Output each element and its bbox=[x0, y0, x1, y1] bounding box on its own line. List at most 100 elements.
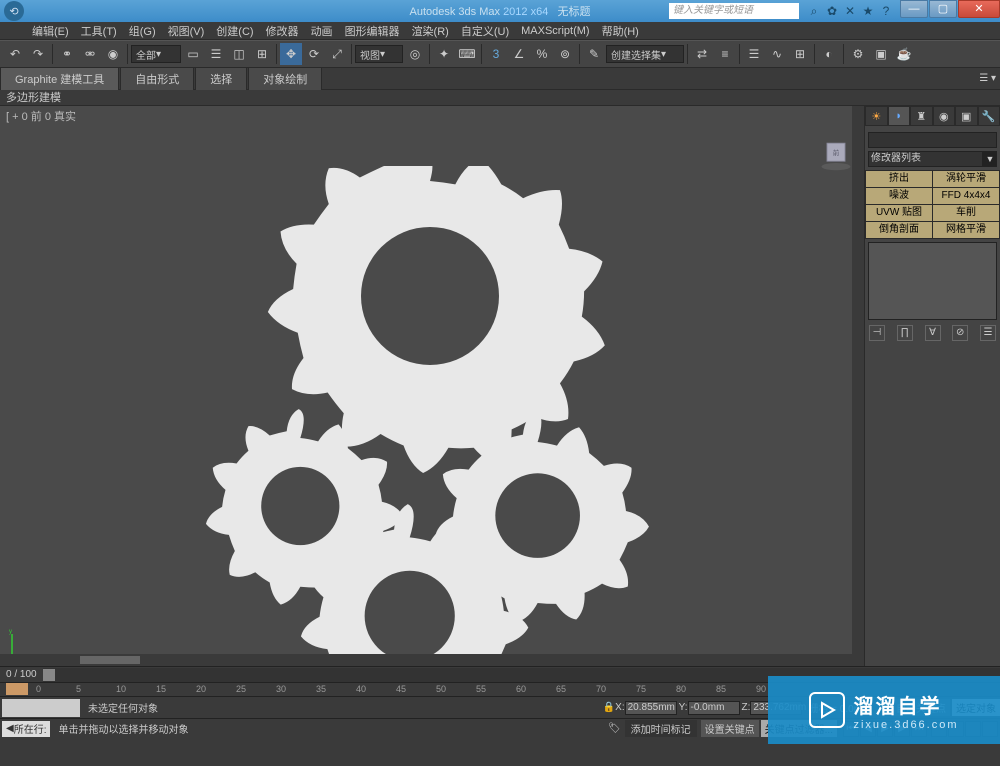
menu-edit[interactable]: 编辑(E) bbox=[26, 23, 75, 39]
cmdtab-utilities-icon[interactable]: 🔧 bbox=[978, 106, 1000, 126]
undo-icon[interactable]: ↶ bbox=[4, 43, 26, 65]
mod-bevelprofile[interactable]: 倒角剖面 bbox=[866, 222, 932, 238]
scale-icon[interactable]: ⤢ bbox=[326, 43, 348, 65]
maximize-button[interactable]: ▢ bbox=[929, 0, 957, 18]
cmdtab-create-icon[interactable]: ☀ bbox=[865, 106, 888, 126]
pivot-icon[interactable]: ◎ bbox=[404, 43, 426, 65]
manipulate-icon[interactable]: ✦ bbox=[433, 43, 455, 65]
tab-selection[interactable]: 选择 bbox=[195, 67, 247, 90]
select-region-icon[interactable]: ◫ bbox=[228, 43, 250, 65]
menu-view[interactable]: 视图(V) bbox=[162, 23, 211, 39]
cmdtab-modify-icon[interactable]: ◗ bbox=[888, 106, 911, 126]
help-search-input[interactable]: 键入关键字或短语 bbox=[669, 3, 799, 19]
mod-turbosmooth[interactable]: 涡轮平滑 bbox=[933, 171, 999, 187]
render-icon[interactable]: ☕ bbox=[893, 43, 915, 65]
menu-tools[interactable]: 工具(T) bbox=[75, 23, 123, 39]
show-result-icon[interactable]: ∏ bbox=[897, 325, 913, 341]
mod-lathe[interactable]: 车削 bbox=[933, 205, 999, 221]
ruler-tick: 60 bbox=[516, 684, 526, 694]
snap-icon[interactable]: 3 bbox=[485, 43, 507, 65]
window-crossing-icon[interactable]: ⊞ bbox=[251, 43, 273, 65]
dropdown-arrow-icon[interactable]: ▼ bbox=[983, 151, 997, 167]
object-name-input[interactable] bbox=[868, 132, 997, 148]
viewport-label[interactable]: [ + 0 前 0 真实 bbox=[6, 108, 76, 124]
named-selset-dropdown[interactable]: 创建选择集 ▾ bbox=[606, 45, 684, 63]
configure-sets-icon[interactable]: ☰ bbox=[980, 325, 996, 341]
render-setup-icon[interactable]: ⚙ bbox=[847, 43, 869, 65]
menu-modifiers[interactable]: 修改器 bbox=[260, 23, 305, 39]
menu-create[interactable]: 创建(C) bbox=[210, 23, 259, 39]
ruler-tick: 75 bbox=[636, 684, 646, 694]
mod-noise[interactable]: 噪波 bbox=[866, 188, 932, 204]
layers-icon[interactable]: ☰ bbox=[743, 43, 765, 65]
remove-mod-icon[interactable]: ⊘ bbox=[952, 325, 968, 341]
tab-graphite[interactable]: Graphite 建模工具 bbox=[0, 67, 119, 90]
mod-extrude[interactable]: 挤出 bbox=[866, 171, 932, 187]
menu-customize[interactable]: 自定义(U) bbox=[455, 23, 515, 39]
cmdtab-display-icon[interactable]: ▣ bbox=[955, 106, 978, 126]
make-unique-icon[interactable]: ∀ bbox=[925, 325, 941, 341]
menu-group[interactable]: 组(G) bbox=[123, 23, 162, 39]
unlink-icon[interactable]: ⚮ bbox=[79, 43, 101, 65]
infocenter-icon[interactable]: ⌕ bbox=[807, 4, 821, 18]
render-frame-icon[interactable]: ▣ bbox=[870, 43, 892, 65]
cmdtab-hierarchy-icon[interactable]: ♜ bbox=[910, 106, 933, 126]
refcoord-dropdown[interactable]: 视图 ▾ bbox=[355, 45, 403, 63]
curve-editor-icon[interactable]: ∿ bbox=[766, 43, 788, 65]
app-logo-icon[interactable]: ⟲ bbox=[4, 1, 24, 21]
coord-x-input[interactable]: 20.855mm bbox=[625, 701, 677, 715]
mirror-icon[interactable]: ⇄ bbox=[691, 43, 713, 65]
bind-icon[interactable]: ◉ bbox=[102, 43, 124, 65]
material-editor-icon[interactable]: ◐ bbox=[818, 43, 840, 65]
selection-filter-dropdown[interactable]: 全部 ▾ bbox=[131, 45, 181, 63]
redo-icon[interactable]: ↷ bbox=[27, 43, 49, 65]
timeline-config-icon[interactable] bbox=[6, 683, 28, 695]
viewport-vscroll[interactable] bbox=[852, 106, 864, 654]
angle-snap-icon[interactable]: ∠ bbox=[508, 43, 530, 65]
menu-render[interactable]: 渲染(R) bbox=[406, 23, 455, 39]
select-name-icon[interactable]: ☰ bbox=[205, 43, 227, 65]
exchange-icon[interactable]: ✕ bbox=[843, 4, 857, 18]
viewport-hscroll[interactable] bbox=[0, 654, 864, 666]
tab-objectpaint[interactable]: 对象绘制 bbox=[248, 67, 322, 90]
menu-maxscript[interactable]: MAXScript(M) bbox=[515, 25, 595, 37]
minimize-button[interactable]: — bbox=[900, 0, 928, 18]
link-icon[interactable]: ⚭ bbox=[56, 43, 78, 65]
menu-animation[interactable]: 动画 bbox=[305, 23, 339, 39]
menu-grapheditors[interactable]: 图形编辑器 bbox=[339, 23, 406, 39]
pin-stack-icon[interactable]: ⊣ bbox=[869, 325, 885, 341]
modifier-list-dropdown[interactable]: 修改器列表 bbox=[868, 151, 983, 167]
move-icon[interactable]: ✥ bbox=[280, 43, 302, 65]
ribbon-expand-icon[interactable]: ☰ ▾ bbox=[979, 73, 996, 84]
modifier-stack[interactable] bbox=[868, 242, 997, 320]
schematic-icon[interactable]: ⊞ bbox=[789, 43, 811, 65]
viewport[interactable]: [ + 0 前 0 真实 前 bbox=[0, 106, 864, 666]
add-time-tag[interactable]: 添加时间标记 bbox=[625, 720, 697, 737]
ribbon-panel-label[interactable]: 多边形建模 bbox=[0, 90, 1000, 106]
select-icon[interactable]: ▭ bbox=[182, 43, 204, 65]
align-icon[interactable]: ≡ bbox=[714, 43, 736, 65]
watermark-play-icon bbox=[809, 692, 845, 728]
favorite-icon[interactable]: ★ bbox=[861, 4, 875, 18]
lock-icon[interactable]: 🔒 bbox=[603, 702, 615, 713]
coord-y-input[interactable]: -0.0mm bbox=[688, 701, 740, 715]
edit-selset-icon[interactable]: ✎ bbox=[583, 43, 605, 65]
rotate-icon[interactable]: ⟳ bbox=[303, 43, 325, 65]
menu-help[interactable]: 帮助(H) bbox=[596, 23, 645, 39]
tab-freeform[interactable]: 自由形式 bbox=[120, 67, 194, 90]
menu-bar: 编辑(E) 工具(T) 组(G) 视图(V) 创建(C) 修改器 动画 图形编辑… bbox=[0, 22, 1000, 40]
time-slider-thumb[interactable] bbox=[43, 669, 55, 681]
cmdtab-motion-icon[interactable]: ◉ bbox=[933, 106, 956, 126]
percent-snap-icon[interactable]: % bbox=[531, 43, 553, 65]
keyboard-icon[interactable]: ⌨ bbox=[456, 43, 478, 65]
spinner-snap-icon[interactable]: ⊚ bbox=[554, 43, 576, 65]
close-button[interactable]: ✕ bbox=[958, 0, 1000, 18]
tag-icon[interactable]: 🏷 bbox=[608, 723, 621, 734]
viewcube-icon[interactable]: 前 bbox=[818, 136, 854, 172]
help-icon[interactable]: ? bbox=[879, 4, 893, 18]
setkey-button[interactable]: 设置关键点 bbox=[701, 720, 759, 737]
mod-ffd[interactable]: FFD 4x4x4 bbox=[933, 188, 999, 204]
mod-uvwmap[interactable]: UVW 贴图 bbox=[866, 205, 932, 221]
signin-icon[interactable]: ✿ bbox=[825, 4, 839, 18]
mod-meshsmooth[interactable]: 网格平滑 bbox=[933, 222, 999, 238]
